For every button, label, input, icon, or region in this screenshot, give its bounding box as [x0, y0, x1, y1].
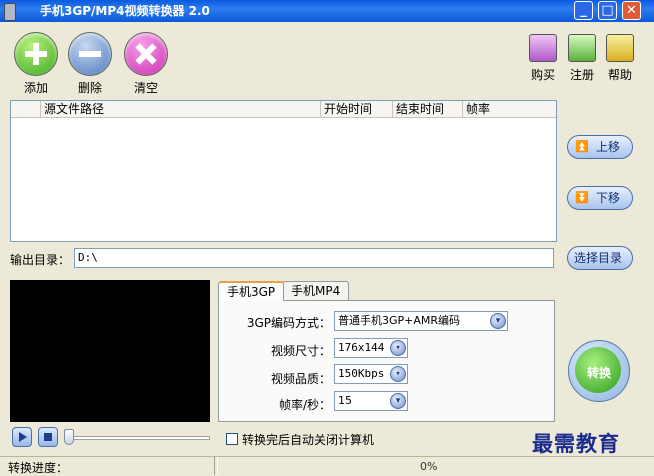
output-dir-label: 输出目录： — [10, 253, 71, 267]
add-button[interactable]: 添加 — [12, 32, 60, 96]
seek-slider[interactable] — [66, 436, 210, 440]
help-button[interactable]: 帮助 — [603, 34, 637, 83]
minus-icon — [68, 32, 112, 76]
move-up-button[interactable]: ⏫ 上移 — [567, 135, 633, 159]
convert-button[interactable]: 转换 — [568, 340, 630, 402]
tab-3gp[interactable]: 手机3GP — [218, 281, 285, 301]
choose-dir-button[interactable]: 选择目录 — [567, 246, 633, 270]
column-header-start[interactable]: 开始时间 — [321, 101, 393, 117]
size-select[interactable]: 176x144 ▾ — [334, 338, 408, 358]
app-icon — [4, 3, 16, 21]
chevron-down-icon: ▾ — [490, 313, 506, 329]
key-icon — [568, 34, 596, 62]
fps-value: 15 — [338, 394, 352, 407]
header-spacer — [11, 101, 41, 117]
video-preview — [10, 280, 210, 422]
minimize-button[interactable]: _ — [574, 1, 593, 20]
chevron-down-icon: ▾ — [390, 366, 406, 382]
x-icon — [124, 32, 168, 76]
watermark: 最需教育 — [532, 431, 620, 456]
choose-dir-label: 选择目录 — [574, 251, 623, 265]
progress-label: 转换进度： — [8, 461, 69, 475]
seek-slider-thumb[interactable] — [64, 429, 74, 445]
question-icon — [606, 34, 634, 62]
fps-select[interactable]: 15 ▾ — [334, 391, 408, 411]
size-value: 176x144 — [338, 341, 385, 354]
maximize-button[interactable]: □ — [598, 1, 617, 20]
column-header-end[interactable]: 结束时间 — [393, 101, 463, 117]
codec-value: 普通手机3GP+AMR编码 — [338, 314, 461, 327]
title-bar[interactable]: 手机3GP/MP4视频转换器 2.0 _ □ ✕ — [0, 0, 654, 22]
clear-label: 清空 — [133, 81, 158, 95]
move-up-label: 上移 — [596, 140, 621, 154]
progress-percent: 0% — [420, 460, 438, 473]
file-list[interactable]: 源文件路径 开始时间 结束时间 帧率 — [10, 100, 557, 242]
status-separator — [214, 457, 218, 475]
play-button[interactable] — [12, 427, 32, 447]
stop-button[interactable] — [38, 427, 58, 447]
quality-label: 视频品质： — [270, 372, 331, 386]
file-list-header: 源文件路径 开始时间 结束时间 帧率 — [11, 101, 556, 118]
delete-label: 删除 — [77, 81, 102, 95]
register-button[interactable]: 注册 — [565, 34, 599, 83]
buy-label: 购买 — [530, 68, 555, 82]
column-header-source[interactable]: 源文件路径 — [41, 101, 321, 117]
shutdown-checkbox[interactable] — [226, 433, 238, 445]
main-window: 手机3GP/MP4视频转换器 2.0 _ □ ✕ 添加 删除 清空 购买 注册 — [0, 0, 654, 475]
codec-select[interactable]: 普通手机3GP+AMR编码 ▾ — [334, 311, 508, 331]
double-chevron-down-icon: ⏬ — [575, 191, 589, 204]
cart-icon — [529, 34, 557, 62]
convert-label: 转换 — [586, 366, 611, 380]
settings-panel: 3GP编码方式： 普通手机3GP+AMR编码 ▾ 视频尺寸： 176x144 ▾… — [218, 300, 555, 422]
output-dir-input[interactable]: D:\ — [74, 248, 554, 268]
clear-button[interactable]: 清空 — [122, 32, 170, 96]
buy-button[interactable]: 购买 — [526, 34, 560, 83]
chevron-down-icon: ▾ — [390, 393, 406, 409]
status-bar: 转换进度： 0% — [0, 456, 654, 475]
quality-select[interactable]: 150Kbps ▾ — [334, 364, 408, 384]
move-down-button[interactable]: ⏬ 下移 — [567, 186, 633, 210]
column-header-fps[interactable]: 帧率 — [463, 101, 556, 117]
fps-label: 帧率/秒： — [278, 398, 331, 412]
play-icon — [19, 432, 27, 442]
register-label: 注册 — [569, 68, 594, 82]
stop-icon — [44, 433, 52, 441]
codec-label: 3GP编码方式： — [246, 316, 331, 330]
delete-button[interactable]: 删除 — [66, 32, 114, 96]
chevron-down-icon: ▾ — [390, 340, 406, 356]
size-label: 视频尺寸： — [270, 344, 331, 358]
close-button[interactable]: ✕ — [622, 1, 641, 20]
shutdown-label: 转换完后自动关闭计算机 — [242, 433, 375, 447]
plus-icon — [14, 32, 58, 76]
quality-value: 150Kbps — [338, 367, 385, 380]
help-label: 帮助 — [607, 68, 632, 82]
add-label: 添加 — [23, 81, 48, 95]
tab-mp4[interactable]: 手机MP4 — [282, 281, 350, 300]
move-down-label: 下移 — [596, 191, 621, 205]
window-title: 手机3GP/MP4视频转换器 2.0 — [40, 4, 210, 18]
double-chevron-up-icon: ⏫ — [575, 140, 589, 153]
